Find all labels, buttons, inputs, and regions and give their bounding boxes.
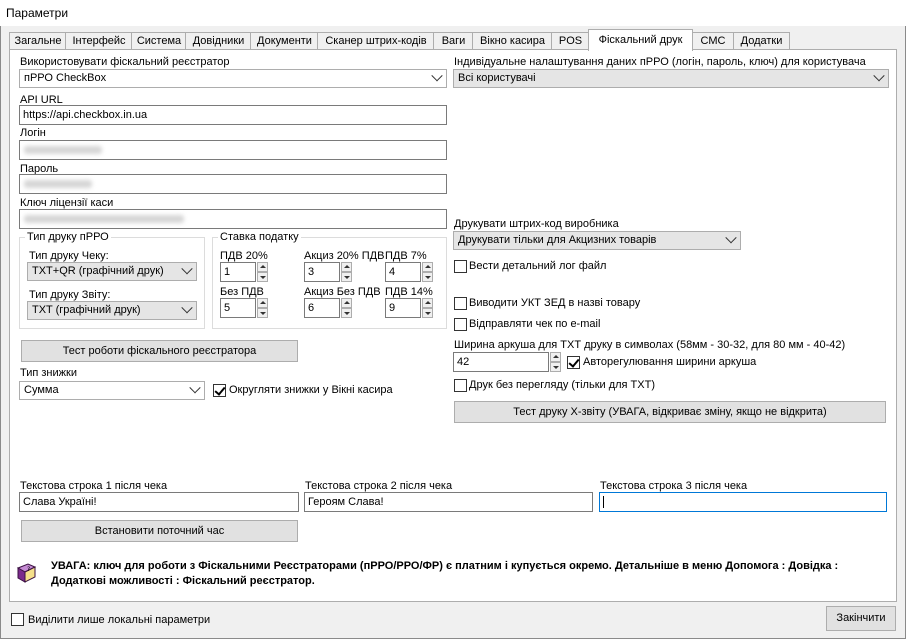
spin-up-icon[interactable] bbox=[257, 298, 268, 308]
uktzed-checkbox[interactable] bbox=[454, 297, 467, 310]
barcode-print-select[interactable]: Друкувати тільки для Акцизних товарів bbox=[453, 231, 741, 250]
no-preview-label: Друк без перегляду (тільки для ТХТ) bbox=[469, 379, 655, 391]
set-current-time-button[interactable]: Встановити поточний час bbox=[21, 520, 298, 542]
title-bar: Параметри bbox=[0, 0, 906, 26]
barcode-print-label: Друкувати штрих-код виробника bbox=[454, 218, 619, 230]
tax-spinner-novat[interactable]: 5 bbox=[220, 298, 268, 318]
api-url-input[interactable]: https://api.checkbox.in.ua bbox=[19, 105, 447, 125]
spin-up-icon[interactable] bbox=[341, 298, 352, 308]
tax-rate-group-title: Ставка податку bbox=[218, 231, 301, 243]
tax-spinner-excise-novat[interactable]: 6 bbox=[304, 298, 352, 318]
auto-width-label: Авторегулювання ширини аркуша bbox=[583, 356, 757, 368]
sheet-width-label: Ширина аркуша для ТХТ друку в символах (… bbox=[454, 339, 846, 351]
tax-label-novat: Без ПДВ bbox=[220, 286, 264, 298]
redacted-value bbox=[24, 215, 184, 223]
discount-type-select[interactable]: Сумма bbox=[19, 381, 205, 400]
round-discount-checkbox[interactable] bbox=[213, 384, 226, 397]
tab-fiscal-print[interactable]: Фіскальний друк bbox=[588, 29, 693, 51]
warning-text: УВАГА: ключ для роботи з Фіскальними Реє… bbox=[51, 560, 839, 587]
chevron-down-icon bbox=[189, 382, 201, 394]
tab-cashier-window[interactable]: Вікно касира bbox=[472, 32, 553, 50]
print-type-group-title: Тип друку пРРО bbox=[25, 231, 111, 243]
tab-sms[interactable]: СМС bbox=[691, 32, 735, 50]
login-label: Логін bbox=[20, 127, 46, 139]
report-print-label: Тип друку Звіту: bbox=[29, 289, 111, 301]
sheet-width-spinner[interactable]: 42 bbox=[453, 352, 561, 372]
round-discount-label: Округляти знижки у Вікні касира bbox=[229, 384, 393, 396]
spin-down-icon[interactable] bbox=[257, 272, 268, 282]
tab-scales[interactable]: Ваги bbox=[433, 32, 474, 50]
spin-down-icon[interactable] bbox=[422, 272, 433, 282]
spin-down-icon[interactable] bbox=[257, 308, 268, 318]
spin-down-icon[interactable] bbox=[550, 362, 561, 372]
license-key-input[interactable] bbox=[19, 209, 447, 229]
tax-label-vat7: ПДВ 7% bbox=[385, 250, 427, 262]
window-title: Параметри bbox=[6, 6, 69, 20]
tax-label-excise-novat: Акциз Без ПДВ bbox=[304, 286, 381, 298]
spin-up-icon[interactable] bbox=[422, 298, 433, 308]
finish-button[interactable]: Закінчити bbox=[826, 606, 896, 631]
spin-up-icon[interactable] bbox=[550, 352, 561, 362]
redacted-value bbox=[24, 180, 92, 188]
svg-text:?: ? bbox=[27, 566, 30, 573]
tax-label-vat14: ПДВ 14% bbox=[385, 286, 433, 298]
chevron-down-icon bbox=[431, 70, 443, 82]
help-book-icon: ? bbox=[16, 563, 37, 583]
spin-up-icon[interactable] bbox=[341, 262, 352, 272]
tab-general[interactable]: Загальне bbox=[9, 32, 67, 50]
receipt-print-label: Тип друку Чеку: bbox=[29, 250, 109, 262]
detailed-log-label: Вести детальний лог файл bbox=[469, 260, 607, 272]
chevron-down-icon bbox=[181, 302, 193, 314]
receipt-print-select[interactable]: TXT+QR (графічний друк) bbox=[27, 262, 197, 281]
spin-down-icon[interactable] bbox=[341, 308, 352, 318]
redacted-value bbox=[24, 146, 102, 154]
email-receipt-checkbox[interactable] bbox=[454, 318, 467, 331]
tab-interface[interactable]: Інтерфейс bbox=[65, 32, 133, 50]
chevron-down-icon bbox=[873, 70, 885, 82]
text-line-3-label: Текстова строка 3 після чека bbox=[600, 480, 748, 492]
text-line-3-input[interactable] bbox=[599, 492, 887, 512]
tab-documents[interactable]: Документи bbox=[250, 32, 319, 50]
tab-barcode-scanner[interactable]: Сканер штрих-кодів bbox=[317, 32, 435, 50]
fiscal-register-select[interactable]: пРРО CheckBox bbox=[19, 69, 447, 88]
local-only-checkbox[interactable] bbox=[11, 613, 24, 626]
text-line-1-label: Текстова строка 1 після чека bbox=[20, 480, 168, 492]
use-fiscal-label: Використовувати фіскальний реєстратор bbox=[20, 56, 230, 68]
text-line-2-input[interactable]: Героям Слава! bbox=[304, 492, 593, 512]
spin-down-icon[interactable] bbox=[422, 308, 433, 318]
auto-width-checkbox[interactable] bbox=[567, 356, 580, 369]
individual-user-select[interactable]: Всі користувачі bbox=[453, 69, 889, 88]
license-key-label: Ключ ліцензії каси bbox=[20, 197, 114, 209]
text-line-1-input[interactable]: Слава Україні! bbox=[19, 492, 299, 512]
test-x-report-button[interactable]: Тест друку Х-звіту (УВАГА, відкриває змі… bbox=[454, 401, 886, 423]
text-caret bbox=[603, 496, 604, 508]
tab-system[interactable]: Система bbox=[131, 32, 187, 50]
login-input[interactable] bbox=[19, 140, 447, 160]
email-receipt-label: Відправляти чек по e-mail bbox=[469, 318, 601, 330]
tab-pos[interactable]: POS bbox=[551, 32, 590, 50]
spin-up-icon[interactable] bbox=[257, 262, 268, 272]
spin-down-icon[interactable] bbox=[341, 272, 352, 282]
local-only-label: Виділити лише локальні параметри bbox=[28, 614, 211, 626]
discount-type-label: Тип знижки bbox=[20, 367, 77, 379]
tax-label-excise20: Акциз 20% ПДВ bbox=[304, 250, 385, 262]
tax-spinner-excise20[interactable]: 3 bbox=[304, 262, 352, 282]
uktzed-label: Виводити УКТ ЗЕД в назві товару bbox=[469, 297, 641, 309]
password-input[interactable] bbox=[19, 174, 447, 194]
tax-spinner-vat7[interactable]: 4 bbox=[385, 262, 433, 282]
spin-up-icon[interactable] bbox=[422, 262, 433, 272]
tax-spinner-vat20[interactable]: 1 bbox=[220, 262, 268, 282]
individual-settings-label: Індивідуальне налаштування даних пРРО (л… bbox=[454, 56, 866, 68]
chevron-down-icon bbox=[725, 232, 737, 244]
detailed-log-checkbox[interactable] bbox=[454, 260, 467, 273]
tax-spinner-vat14[interactable]: 9 bbox=[385, 298, 433, 318]
tax-label-vat20: ПДВ 20% bbox=[220, 250, 268, 262]
report-print-select[interactable]: TXT (графічний друк) bbox=[27, 301, 197, 320]
text-line-2-label: Текстова строка 2 після чека bbox=[305, 480, 453, 492]
tab-addons[interactable]: Додатки bbox=[733, 32, 790, 50]
tab-directories[interactable]: Довідники bbox=[185, 32, 252, 50]
chevron-down-icon bbox=[181, 263, 193, 275]
no-preview-checkbox[interactable] bbox=[454, 379, 467, 392]
test-fiscal-button[interactable]: Тест роботи фіскального реєстратора bbox=[21, 340, 298, 362]
